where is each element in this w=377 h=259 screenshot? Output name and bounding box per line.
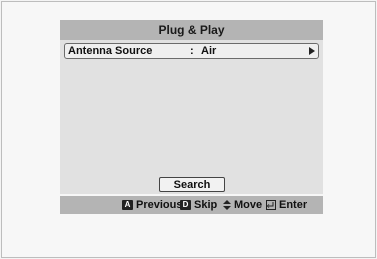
search-button[interactable]: Search — [159, 177, 225, 192]
setting-label: Antenna Source — [68, 45, 153, 57]
setting-value: Air — [201, 45, 217, 57]
right-arrow-icon[interactable] — [309, 47, 315, 55]
enter-icon — [266, 200, 276, 210]
hint-enter-label: Enter — [279, 199, 308, 211]
dialog-title: Plug & Play — [60, 20, 323, 40]
hint-skip-label: Skip — [194, 199, 218, 211]
hint-skip: D Skip — [180, 199, 217, 211]
hint-enter: Enter — [266, 199, 307, 211]
footer-hints: A Previous D Skip Move Enter — [60, 196, 323, 214]
hint-previous: A Previous — [122, 199, 182, 211]
hint-move: Move — [223, 199, 262, 211]
antenna-source-setting[interactable]: Antenna Source : Air — [64, 43, 319, 59]
hint-move-label: Move — [234, 199, 263, 211]
plug-and-play-dialog: Plug & Play Antenna Source : Air Search — [60, 20, 323, 194]
d-key-icon: D — [180, 200, 191, 210]
setting-separator: : — [190, 45, 194, 57]
a-key-icon: A — [122, 200, 133, 210]
up-down-arrows-icon — [223, 200, 231, 210]
hint-previous-label: Previous — [136, 199, 183, 211]
